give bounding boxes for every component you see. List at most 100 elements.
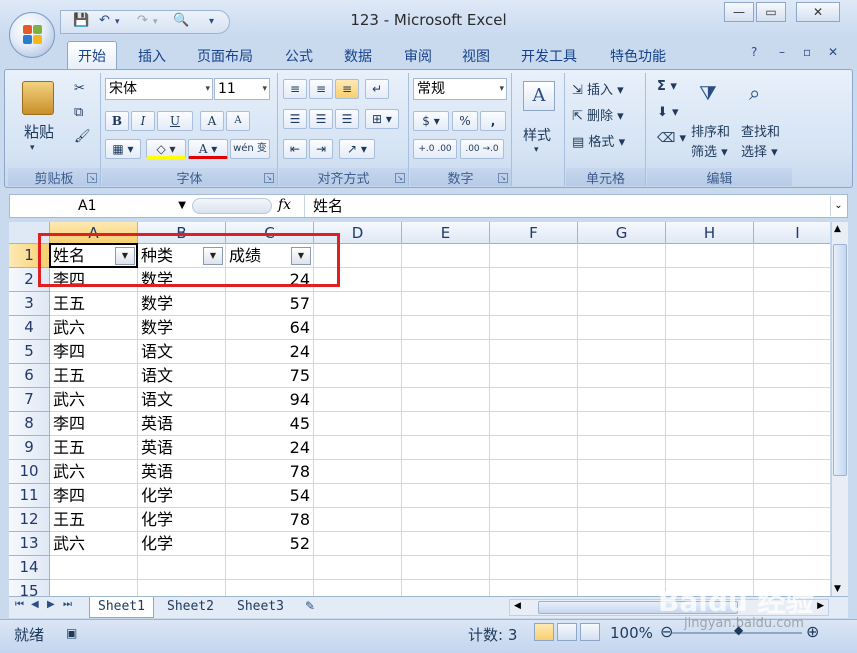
alignment-launcher-icon[interactable]: ↘ (395, 173, 405, 183)
sort-filter-button[interactable]: 排序和 (691, 121, 730, 140)
zoom-in-icon[interactable]: ⊕ (806, 622, 819, 641)
cell-b9[interactable]: 英语 (138, 436, 226, 460)
font-size-dropdown-icon[interactable]: ▾ (262, 79, 267, 99)
cell-e11[interactable] (402, 484, 490, 508)
prev-sheet-icon[interactable]: ◀ (31, 599, 39, 610)
cell-b3[interactable]: 数学 (138, 292, 226, 316)
sheet-tab-sheet1[interactable]: Sheet1 (89, 597, 154, 618)
normal-view-button[interactable] (534, 623, 554, 641)
font-launcher-icon[interactable]: ↘ (264, 173, 274, 183)
bold-button[interactable]: B (105, 111, 129, 131)
cell-f13[interactable] (490, 532, 578, 556)
cell-f8[interactable] (490, 412, 578, 436)
cell-i6[interactable] (754, 364, 830, 388)
next-sheet-icon[interactable]: ▶ (47, 599, 55, 610)
tab-home[interactable]: 开始 (67, 41, 117, 70)
cell-f12[interactable] (490, 508, 578, 532)
minimize-button[interactable]: — (724, 2, 754, 22)
cell-g10[interactable] (578, 460, 666, 484)
cut-icon[interactable]: ✂ (74, 81, 85, 96)
cell-f10[interactable] (490, 460, 578, 484)
cell-i10[interactable] (754, 460, 830, 484)
cell-c10[interactable]: 78 (226, 460, 314, 484)
insert-cells-button[interactable]: ⇲ 插入 ▾ (572, 79, 624, 98)
cell-a15[interactable] (50, 580, 138, 596)
row-header-13[interactable]: 13 (9, 532, 50, 556)
column-header-h[interactable]: H (666, 222, 754, 244)
cell-d15[interactable] (314, 580, 402, 596)
row-header-5[interactable]: 5 (9, 340, 50, 364)
row-header-15[interactable]: 15 (9, 580, 50, 596)
cell-c3[interactable]: 57 (226, 292, 314, 316)
column-header-g[interactable]: G (578, 222, 666, 244)
cell-c7[interactable]: 94 (226, 388, 314, 412)
clipboard-launcher-icon[interactable]: ↘ (87, 173, 97, 183)
cell-f5[interactable] (490, 340, 578, 364)
italic-button[interactable]: I (131, 111, 155, 131)
cell-i4[interactable] (754, 316, 830, 340)
clear-button[interactable]: ⌫ ▾ (657, 131, 686, 146)
align-middle-button[interactable]: ≡ (309, 79, 333, 99)
tab-special[interactable]: 特色功能 (610, 46, 666, 66)
tab-view[interactable]: 视图 (462, 46, 490, 66)
cell-i11[interactable] (754, 484, 830, 508)
wrap-text-button[interactable]: ↵ (365, 79, 389, 99)
cell-a7[interactable]: 武六 (50, 388, 138, 412)
styles-button[interactable]: 样式 (523, 125, 551, 145)
cell-i1[interactable] (754, 244, 830, 268)
fill-button[interactable]: ⬇ ▾ (657, 105, 679, 120)
zoom-level[interactable]: 100% (610, 624, 653, 642)
fill-color-button[interactable]: ◇ ▾ (146, 139, 186, 159)
cell-c14[interactable] (226, 556, 314, 580)
cell-f15[interactable] (490, 580, 578, 596)
find-select-button[interactable]: 查找和 (741, 121, 780, 140)
tab-insert[interactable]: 插入 (138, 46, 166, 66)
cell-h1[interactable] (666, 244, 754, 268)
cell-c4[interactable]: 64 (226, 316, 314, 340)
cell-d7[interactable] (314, 388, 402, 412)
cell-a8[interactable]: 李四 (50, 412, 138, 436)
cell-c11[interactable]: 54 (226, 484, 314, 508)
align-bottom-button[interactable]: ≡ (335, 79, 359, 99)
cell-e9[interactable] (402, 436, 490, 460)
align-right-button[interactable]: ☰ (335, 109, 359, 129)
cell-e7[interactable] (402, 388, 490, 412)
increase-indent-button[interactable]: ⇥ (309, 139, 333, 159)
row-header-9[interactable]: 9 (9, 436, 50, 460)
cell-g14[interactable] (578, 556, 666, 580)
column-header-e[interactable]: E (402, 222, 490, 244)
insert-function-icon[interactable]: fx (278, 197, 291, 213)
cell-b12[interactable]: 化学 (138, 508, 226, 532)
cell-a9[interactable]: 王五 (50, 436, 138, 460)
ribbon-close-icon[interactable]: ✕ (828, 45, 838, 59)
cell-d14[interactable] (314, 556, 402, 580)
cell-a11[interactable]: 李四 (50, 484, 138, 508)
sort-filter-button-line2[interactable]: 筛选 ▾ (691, 141, 728, 160)
cell-d3[interactable] (314, 292, 402, 316)
cell-g5[interactable] (578, 340, 666, 364)
cell-f11[interactable] (490, 484, 578, 508)
column-header-f[interactable]: F (490, 222, 578, 244)
maximize-button[interactable]: ▭ (756, 2, 786, 22)
cell-d12[interactable] (314, 508, 402, 532)
cell-g9[interactable] (578, 436, 666, 460)
cell-e10[interactable] (402, 460, 490, 484)
cell-d13[interactable] (314, 532, 402, 556)
cell-g15[interactable] (578, 580, 666, 596)
tab-developer[interactable]: 开发工具 (521, 46, 577, 66)
cell-f14[interactable] (490, 556, 578, 580)
cell-i2[interactable] (754, 268, 830, 292)
cell-e4[interactable] (402, 316, 490, 340)
cell-h2[interactable] (666, 268, 754, 292)
cell-g11[interactable] (578, 484, 666, 508)
cell-e8[interactable] (402, 412, 490, 436)
cell-h14[interactable] (666, 556, 754, 580)
cell-g2[interactable] (578, 268, 666, 292)
cell-i12[interactable] (754, 508, 830, 532)
last-sheet-icon[interactable]: ⏭ (63, 599, 72, 610)
cell-b5[interactable]: 语文 (138, 340, 226, 364)
cell-e6[interactable] (402, 364, 490, 388)
cell-b4[interactable]: 数学 (138, 316, 226, 340)
cell-d5[interactable] (314, 340, 402, 364)
vertical-scrollbar[interactable]: ▲ ▼ (831, 222, 848, 596)
